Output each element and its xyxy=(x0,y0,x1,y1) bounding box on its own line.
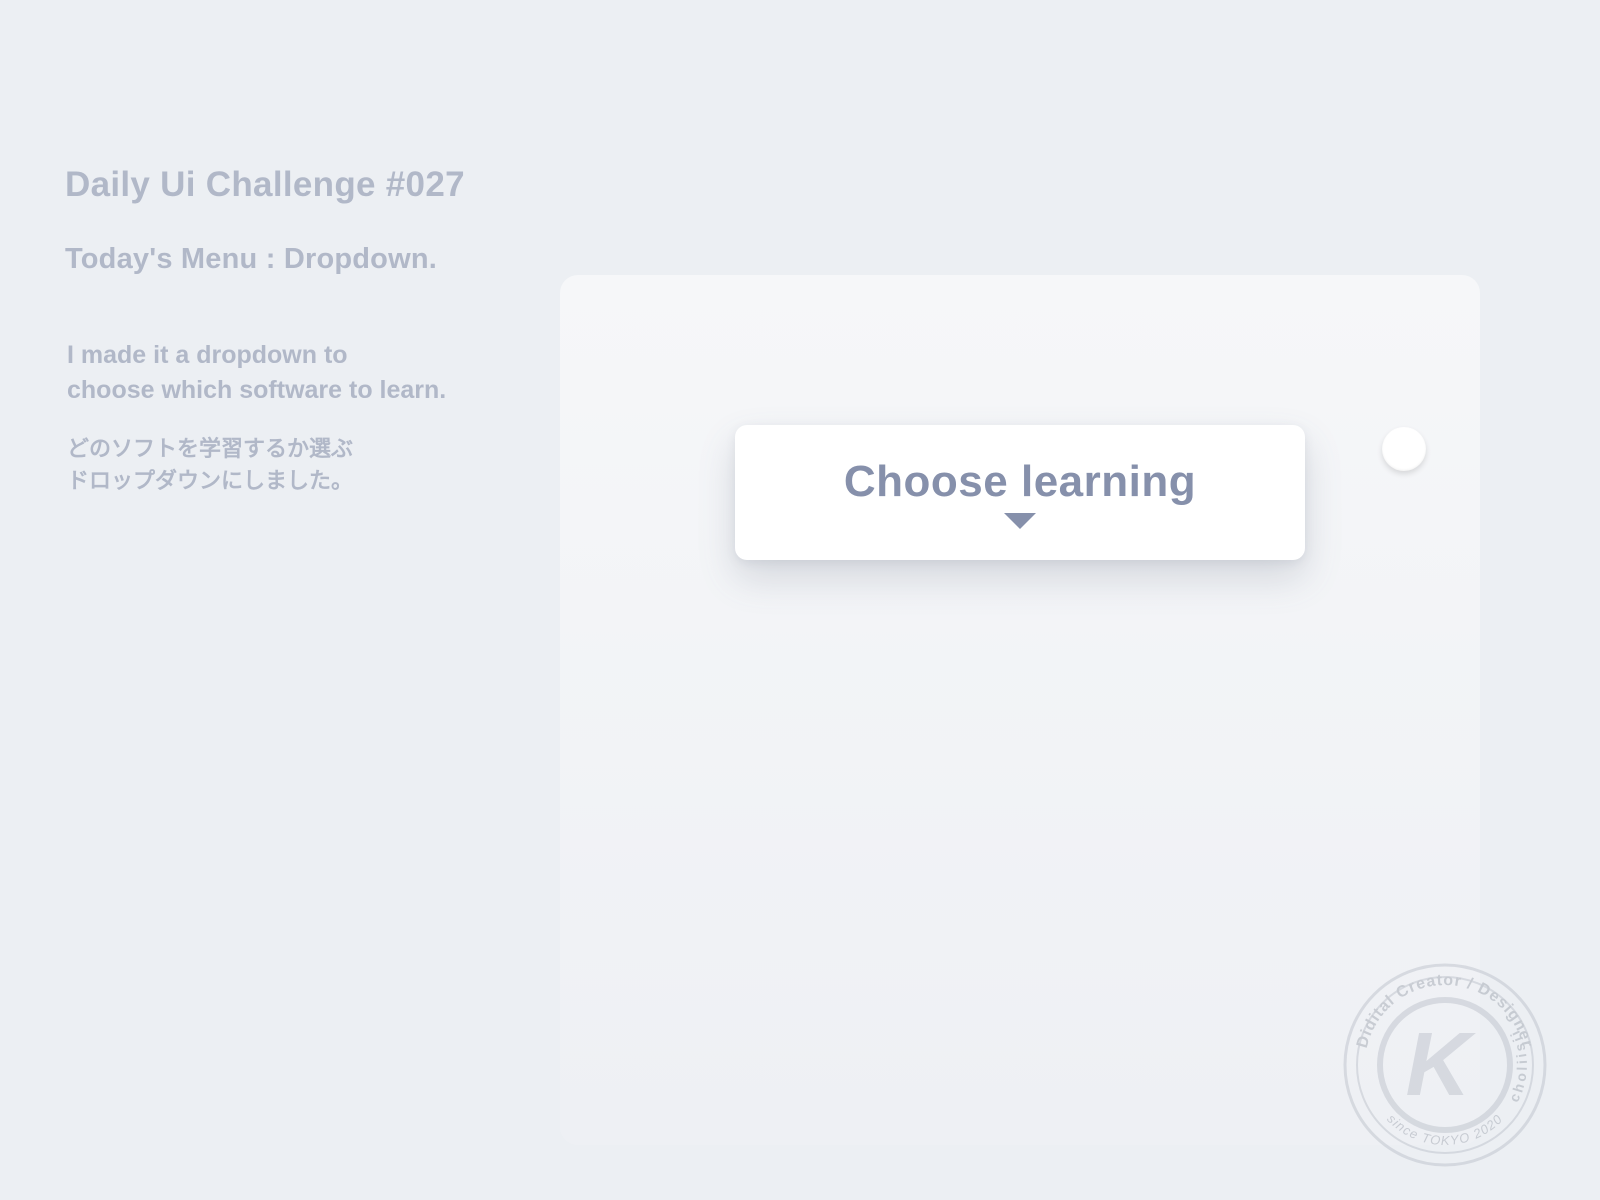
dropdown-label: Choose learning xyxy=(844,457,1196,507)
cursor-indicator-icon xyxy=(1382,427,1426,471)
creator-stamp: Didital Creator / Designer choliisii sin… xyxy=(1330,950,1560,1180)
description-en-line1: I made it a dropdown to xyxy=(67,341,348,369)
page-title: Daily Ui Challenge #027 xyxy=(65,165,1535,205)
page-subtitle: Today's Menu : Dropdown. xyxy=(65,243,1535,276)
description-jp-line2: ドロップダウンにしました。 xyxy=(67,468,353,493)
chevron-down-icon xyxy=(1004,513,1036,529)
description-jp-line1: どのソフトを学習するか選ぶ xyxy=(67,436,353,461)
learning-dropdown[interactable]: Choose learning xyxy=(735,425,1305,560)
stamp-monogram: K xyxy=(1406,1015,1477,1115)
description-en-line2: choose which software to learn. xyxy=(67,376,446,404)
